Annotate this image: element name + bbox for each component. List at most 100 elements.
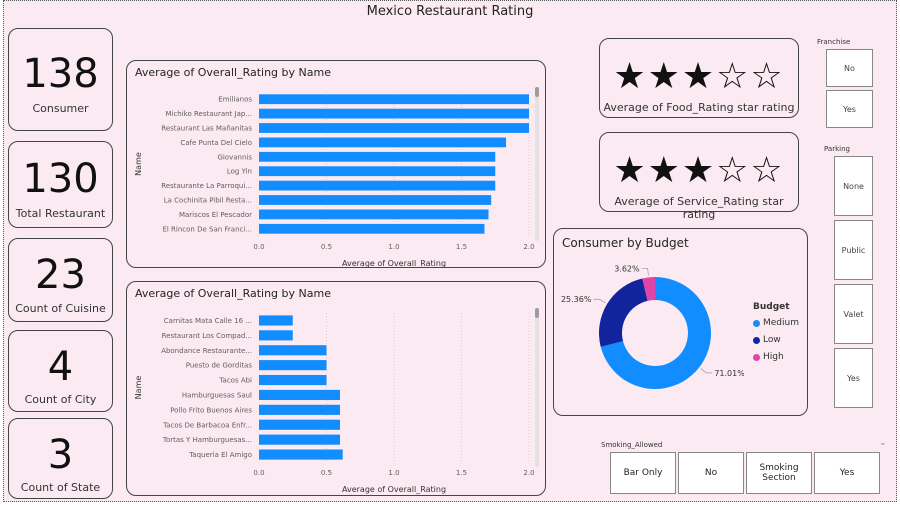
kpi-value: 23 bbox=[35, 252, 86, 298]
parking-option-public[interactable]: Public bbox=[834, 220, 873, 280]
x-axis-title: Average of Overall_Rating bbox=[342, 259, 446, 267]
legend-item-low[interactable]: Low bbox=[753, 335, 781, 345]
bar[interactable] bbox=[259, 123, 529, 133]
legend-label: High bbox=[763, 352, 784, 362]
x-tick-label: 0.5 bbox=[321, 469, 332, 477]
smoking-option-bar-only[interactable]: Bar Only bbox=[610, 452, 676, 494]
y-tick-label: Puesto de Gorditas bbox=[186, 362, 253, 370]
slicer-title: Parking bbox=[824, 145, 850, 153]
legend-dot-high bbox=[753, 353, 760, 361]
scrollbar-thumb[interactable] bbox=[535, 308, 539, 318]
kpi-value: 4 bbox=[47, 344, 74, 390]
x-tick-label: 0.0 bbox=[253, 243, 264, 251]
kpi-card-count-of-city[interactable]: 4 Count of City bbox=[8, 330, 113, 412]
slicer-title: Franchise bbox=[817, 38, 851, 46]
smoking-allowed-slicer: Smoking_Allowed ⌄ Bar Only No Smoking Se… bbox=[596, 438, 890, 498]
y-axis-title: Name bbox=[134, 376, 143, 400]
bar[interactable] bbox=[259, 374, 327, 386]
parking-slicer: Parking None Public Valet Yes bbox=[816, 142, 888, 412]
bar[interactable] bbox=[259, 389, 340, 401]
bar[interactable] bbox=[259, 223, 485, 234]
y-tick-label: Michiko Restaurant Jap... bbox=[165, 110, 252, 118]
x-tick-label: 0.0 bbox=[253, 469, 264, 477]
service-rating-card[interactable]: ★★★☆☆ Average of Service_Rating star rat… bbox=[599, 132, 799, 221]
parking-option-yes[interactable]: Yes bbox=[834, 348, 873, 408]
bar[interactable] bbox=[259, 330, 293, 341]
report-title: Mexico Restaurant Rating bbox=[366, 4, 534, 19]
kpi-label: Count of City bbox=[24, 393, 97, 406]
donut-chart: 71.01% 25.36% 3.62% bbox=[561, 264, 744, 389]
y-tick-label: Restaurant Las Mañanitas bbox=[161, 125, 252, 133]
y-tick-label: Cafe Punta Del Cielo bbox=[180, 139, 252, 147]
legend-dot-medium bbox=[753, 319, 760, 327]
x-tick-label: 1.0 bbox=[388, 469, 399, 477]
bar[interactable] bbox=[259, 151, 496, 162]
smoking-option-smoking-section[interactable]: Smoking Section bbox=[746, 452, 812, 494]
y-tick-label: Restaurant Los Compad... bbox=[162, 332, 252, 340]
y-tick-label: Emilianos bbox=[218, 96, 252, 104]
service-rating-stars: ★★★☆☆ bbox=[613, 150, 785, 191]
bar[interactable] bbox=[259, 449, 343, 460]
kpi-label: Count of Cuisine bbox=[15, 302, 106, 315]
kpi-label: Total Restaurant bbox=[15, 207, 106, 220]
y-tick-label: Tacos Abi bbox=[218, 377, 252, 385]
bar[interactable] bbox=[259, 137, 507, 148]
kpi-card-consumer[interactable]: 138 Consumer bbox=[8, 28, 113, 131]
bar[interactable] bbox=[259, 166, 496, 177]
parking-option-none[interactable]: None bbox=[834, 156, 873, 216]
kpi-value: 3 bbox=[47, 432, 74, 478]
x-tick-label: 2.0 bbox=[523, 243, 534, 251]
bar[interactable] bbox=[259, 360, 327, 371]
bar-chart-bottom-card[interactable]: Average of Overall_Rating by Name 0.0 0.5… bbox=[126, 281, 546, 496]
slicer-title: Smoking_Allowed bbox=[601, 441, 663, 449]
scrollbar-track[interactable] bbox=[535, 308, 539, 467]
y-tick-label: Hamburguesas Saul bbox=[182, 391, 252, 399]
bar[interactable] bbox=[259, 195, 492, 205]
parking-option-valet[interactable]: Valet bbox=[834, 284, 873, 344]
scrollbar-track[interactable] bbox=[535, 87, 539, 241]
x-tick-label: 1.5 bbox=[456, 243, 467, 251]
y-tick-label: Pollo Frito Buenos Aires bbox=[170, 406, 252, 414]
y-tick-label: Tortas Y Hamburguesas... bbox=[162, 436, 252, 444]
kpi-card-count-of-state[interactable]: 3 Count of State bbox=[8, 418, 113, 499]
x-tick-label: 1.5 bbox=[456, 469, 467, 477]
y-tick-label: Carnitas Mata Calle 16 ... bbox=[164, 317, 252, 325]
kpi-card-total-restaurant[interactable]: 130 Total Restaurant bbox=[8, 141, 113, 228]
x-tick-label: 2.0 bbox=[523, 469, 534, 477]
scrollbar-thumb[interactable] bbox=[535, 87, 539, 97]
bar[interactable] bbox=[259, 108, 529, 119]
chevron-down-icon[interactable]: ⌄ bbox=[879, 438, 887, 448]
bar-chart-bottom: 0.0 0.5 1.0 1.5 2.0 Carnitas Mata Calle 16 ..… bbox=[134, 308, 539, 494]
legend-dot-low bbox=[753, 336, 760, 344]
bar-chart-top-card[interactable]: Average of Overall_Rating by Name 0.0 0.5… bbox=[126, 60, 546, 268]
bar-chart-top: 0.0 0.5 1.0 1.5 2.0 Emilianos Michiko Restaura… bbox=[134, 87, 539, 267]
bar[interactable] bbox=[259, 404, 340, 415]
leader-line bbox=[593, 298, 606, 304]
consumer-by-budget-card[interactable]: Consumer by Budget 71.01% 25.36% 3.62% Bud… bbox=[553, 228, 808, 416]
franchise-option-no[interactable]: No bbox=[826, 49, 873, 87]
franchise-option-yes[interactable]: Yes bbox=[826, 90, 873, 128]
legend-title: Budget bbox=[753, 302, 790, 312]
bar[interactable] bbox=[259, 419, 340, 430]
food-rating-card[interactable]: ★★★☆☆ Average of Food_Rating star rating bbox=[599, 38, 799, 118]
y-tick-label: Giovannis bbox=[217, 153, 252, 161]
bar[interactable] bbox=[259, 434, 340, 445]
y-tick-label: Taqueria El Amigo bbox=[188, 451, 252, 459]
bar[interactable] bbox=[259, 345, 327, 356]
data-label: 25.36% bbox=[561, 295, 592, 304]
y-tick-label: Tacos De Barbacoa Enfr... bbox=[162, 421, 252, 429]
bar[interactable] bbox=[259, 180, 496, 191]
kpi-card-count-of-cuisine[interactable]: 23 Count of Cuisine bbox=[8, 238, 113, 322]
smoking-option-no[interactable]: No bbox=[678, 452, 744, 494]
bar[interactable] bbox=[259, 315, 293, 326]
bar[interactable] bbox=[259, 94, 529, 105]
legend-item-medium[interactable]: Medium bbox=[753, 318, 799, 328]
legend-label: Low bbox=[763, 335, 781, 345]
food-rating-stars: ★★★☆☆ bbox=[613, 56, 785, 97]
x-tick-label: 0.5 bbox=[321, 243, 332, 251]
smoking-option-yes[interactable]: Yes bbox=[814, 452, 880, 494]
leader-line bbox=[641, 268, 649, 276]
donut-slice-low[interactable] bbox=[599, 278, 648, 347]
bar[interactable] bbox=[259, 209, 489, 220]
legend-item-high[interactable]: High bbox=[753, 352, 784, 362]
